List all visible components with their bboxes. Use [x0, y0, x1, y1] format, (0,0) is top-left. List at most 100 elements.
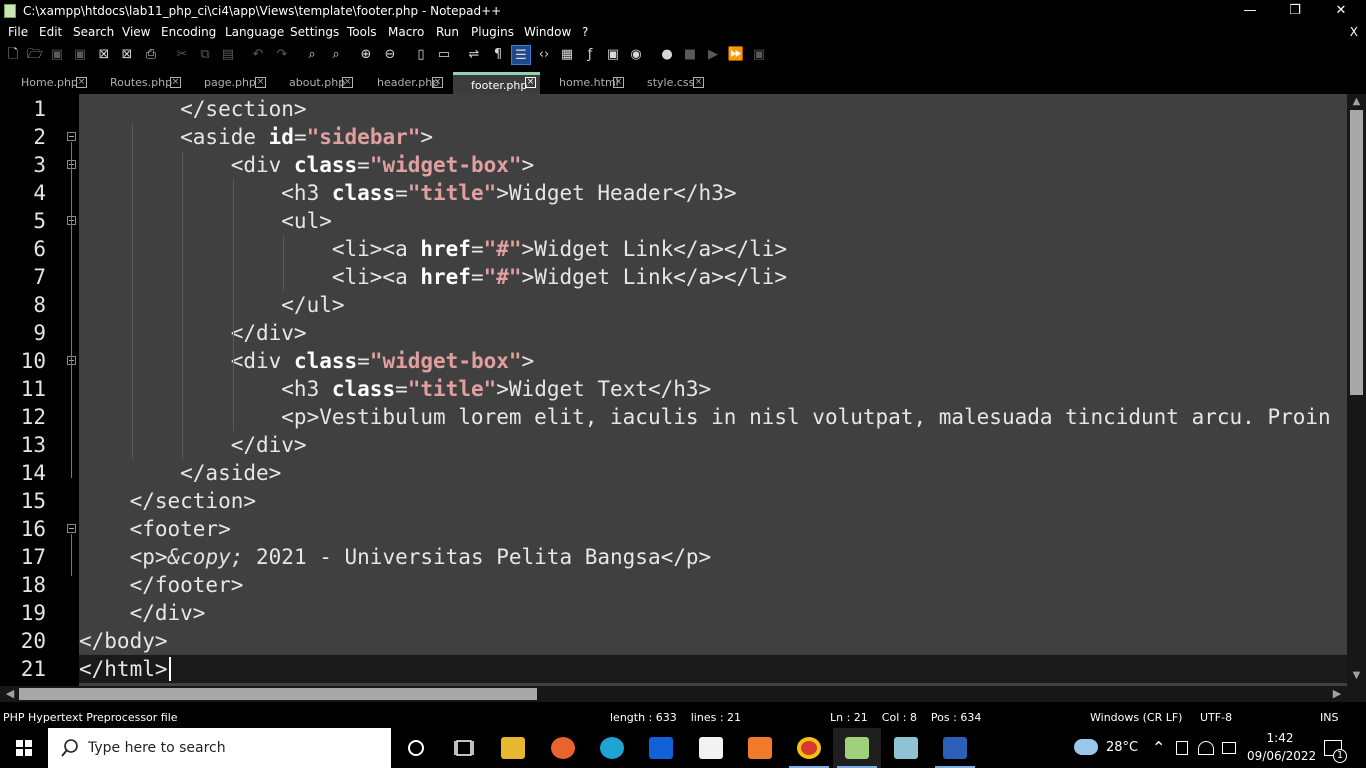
- menu-settings[interactable]: Settings: [290, 25, 339, 39]
- save-all-icon[interactable]: ▣: [70, 45, 90, 65]
- close-tab-icon[interactable]: ⊠: [94, 45, 114, 65]
- tab-close-icon[interactable]: ×: [76, 77, 87, 88]
- code-line[interactable]: </html>: [79, 655, 1347, 683]
- redo-icon[interactable]: ↷: [272, 45, 292, 65]
- menu-run[interactable]: Run: [436, 25, 459, 39]
- menu-view[interactable]: View: [122, 25, 150, 39]
- close-document-button[interactable]: X: [1350, 25, 1358, 39]
- menu-help[interactable]: ?: [582, 25, 588, 39]
- amazon-button[interactable]: [687, 728, 735, 768]
- cut-icon[interactable]: ✂: [172, 45, 192, 65]
- start-button[interactable]: [0, 728, 48, 768]
- cortana-button[interactable]: [392, 728, 440, 768]
- code-line[interactable]: </div>: [79, 599, 1347, 627]
- status-encoding[interactable]: UTF-8: [1200, 711, 1232, 724]
- run-macro-multiple-icon[interactable]: ⏩: [726, 45, 746, 65]
- dropbox-button[interactable]: [637, 728, 685, 768]
- indent-guide-icon[interactable]: ☰: [511, 45, 531, 65]
- find-icon[interactable]: ⌕: [302, 45, 322, 65]
- battery-icon[interactable]: [1176, 741, 1188, 755]
- weather-icon[interactable]: [1074, 739, 1098, 755]
- scroll-right-icon[interactable]: ▶: [1329, 686, 1345, 702]
- clock-date[interactable]: 09/06/2022: [1247, 749, 1316, 763]
- tab-style-css[interactable]: style.css ×: [636, 72, 708, 94]
- notepadpp-button[interactable]: [833, 728, 881, 768]
- menu-encoding[interactable]: Encoding: [161, 25, 216, 39]
- minimize-button[interactable]: —: [1227, 0, 1273, 22]
- status-eol[interactable]: Windows (CR LF): [1090, 711, 1182, 724]
- menu-window[interactable]: Window: [524, 25, 571, 39]
- code-line[interactable]: </body>: [79, 627, 1347, 655]
- stop-macro-icon[interactable]: ■: [680, 45, 700, 65]
- zoom-in-icon[interactable]: ⊕: [356, 45, 376, 65]
- sync-vertical-icon[interactable]: ▯: [411, 45, 431, 65]
- weather-temperature[interactable]: 28°C: [1106, 740, 1138, 755]
- code-line[interactable]: </section>: [79, 95, 1347, 123]
- tab-header-php[interactable]: header.php ×: [366, 72, 446, 94]
- code-line[interactable]: <footer>: [79, 515, 1347, 543]
- menu-macro[interactable]: Macro: [388, 25, 424, 39]
- menu-edit[interactable]: Edit: [39, 25, 62, 39]
- tab-close-icon[interactable]: ×: [525, 77, 536, 88]
- monitoring-icon[interactable]: ◉: [626, 45, 646, 65]
- close-all-icon[interactable]: ⊠: [117, 45, 137, 65]
- vertical-scroll-thumb[interactable]: [1350, 110, 1363, 395]
- code-line[interactable]: <h3 class="title">Widget Text</h3>: [79, 375, 1347, 403]
- menu-plugins[interactable]: Plugins: [471, 25, 514, 39]
- code-line[interactable]: </aside>: [79, 459, 1347, 487]
- code-line[interactable]: <aside id="sidebar">: [79, 123, 1347, 151]
- task-view-button[interactable]: [440, 728, 488, 768]
- clock-time[interactable]: 1:42: [1252, 731, 1308, 745]
- firefox-button[interactable]: [539, 728, 587, 768]
- app-button[interactable]: [882, 728, 930, 768]
- save-icon[interactable]: ▣: [47, 45, 67, 65]
- fold-margin[interactable]: [62, 94, 79, 686]
- tab-close-icon[interactable]: ×: [342, 77, 353, 88]
- code-line[interactable]: </div>: [79, 431, 1347, 459]
- code-line[interactable]: </section>: [79, 487, 1347, 515]
- code-line[interactable]: <li><a href="#">Widget Link</a></li>: [79, 235, 1347, 263]
- function-list-icon[interactable]: ƒ: [580, 45, 600, 65]
- tab-home-html[interactable]: home.html ×: [548, 72, 628, 94]
- horizontal-scroll-thumb[interactable]: [19, 688, 537, 700]
- code-line[interactable]: </ul>: [79, 291, 1347, 319]
- document-map-icon[interactable]: ▦: [557, 45, 577, 65]
- user-language-icon[interactable]: ‹›: [534, 45, 554, 65]
- tab-routes-php[interactable]: Routes.php ×: [100, 72, 186, 94]
- network-icon[interactable]: [1198, 741, 1214, 755]
- tab-footer-php[interactable]: footer.php ×: [453, 72, 540, 94]
- scroll-down-icon[interactable]: ▼: [1347, 670, 1366, 681]
- tab-home-php[interactable]: Home.php ×: [14, 72, 90, 94]
- code-line[interactable]: </footer>: [79, 571, 1347, 599]
- code-line[interactable]: </div>: [79, 319, 1347, 347]
- xampp-button[interactable]: [736, 728, 784, 768]
- horizontal-scrollbar[interactable]: ◀ ▶: [0, 686, 1347, 702]
- scroll-up-icon[interactable]: ▲: [1347, 96, 1366, 107]
- chrome-button[interactable]: [785, 728, 833, 768]
- scroll-left-icon[interactable]: ◀: [2, 686, 18, 702]
- tab-close-icon[interactable]: ×: [255, 77, 266, 88]
- new-file-icon[interactable]: 🗋: [3, 45, 23, 65]
- file-explorer-button[interactable]: [489, 728, 537, 768]
- record-macro-icon[interactable]: ●: [657, 45, 677, 65]
- close-window-button[interactable]: ✕: [1318, 0, 1364, 22]
- code-line[interactable]: <div class="widget-box">: [79, 347, 1347, 375]
- replace-icon[interactable]: ⌕: [326, 45, 346, 65]
- code-line[interactable]: <ul>: [79, 207, 1347, 235]
- menu-tools[interactable]: Tools: [347, 25, 377, 39]
- tab-page-php[interactable]: page.php ×: [194, 72, 272, 94]
- code-line[interactable]: <div class="widget-box">: [79, 151, 1347, 179]
- menu-search[interactable]: Search: [73, 25, 114, 39]
- code-line[interactable]: <p>Vestibulum lorem elit, iaculis in nis…: [79, 403, 1347, 431]
- code-area[interactable]: </section> <aside id="sidebar"> <div cla…: [79, 94, 1347, 686]
- folder-as-workspace-icon[interactable]: ▣: [603, 45, 623, 65]
- code-line[interactable]: <li><a href="#">Widget Link</a></li>: [79, 263, 1347, 291]
- paste-icon[interactable]: ▤: [218, 45, 238, 65]
- zoom-out-icon[interactable]: ⊖: [380, 45, 400, 65]
- edge-button[interactable]: [588, 728, 636, 768]
- tab-close-icon[interactable]: ×: [432, 77, 443, 88]
- maximize-button[interactable]: ❐: [1272, 0, 1318, 22]
- code-line[interactable]: <p>&copy; 2021 - Universitas Pelita Bang…: [79, 543, 1347, 571]
- code-line[interactable]: <h3 class="title">Widget Header</h3>: [79, 179, 1347, 207]
- tab-close-icon[interactable]: ×: [693, 77, 704, 88]
